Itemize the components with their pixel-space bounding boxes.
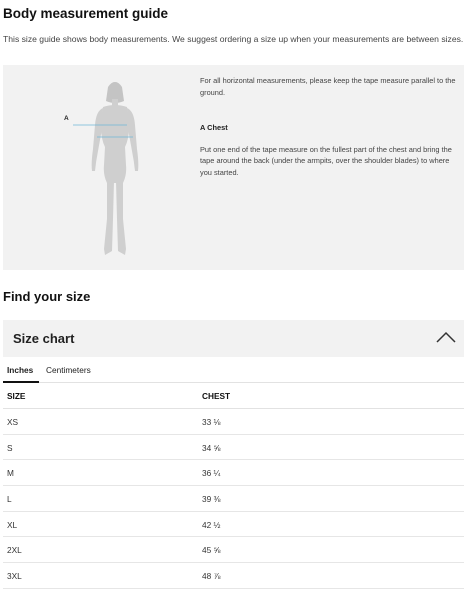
chest-marker-line <box>73 124 127 126</box>
size-cell: S <box>7 442 13 453</box>
size-cell: L <box>7 494 12 505</box>
chest-instructions: Put one end of the tape measure on the f… <box>200 144 452 177</box>
size-column-header: SIZE <box>7 391 26 401</box>
table-row: 3XL 48 ⅞ <box>3 563 464 589</box>
table-row: 2XL 45 ⅝ <box>3 537 464 564</box>
tab-inches[interactable]: Inches <box>7 365 33 375</box>
page-title: Body measurement guide <box>3 6 169 21</box>
guide-instructions: For all horizontal measurements, please … <box>200 75 458 178</box>
horizontal-measurement-note: For all horizontal measurements, please … <box>200 76 456 97</box>
chest-marker-label: A <box>64 115 69 122</box>
table-row: XL 42 ½ <box>3 512 464 538</box>
size-cell: 3XL <box>7 571 22 582</box>
chest-cell: 45 ⅝ <box>202 545 221 556</box>
size-cell: XS <box>7 417 19 427</box>
chest-cell: 34 ⅝ <box>202 442 221 453</box>
chest-cell: 42 ½ <box>202 519 221 530</box>
size-table: SIZE CHEST XS 33 ⅛ S 34 ⅝ M 36 ¼ L 39 ⅜ … <box>3 383 464 589</box>
chest-cell: 39 ⅜ <box>202 494 221 505</box>
chest-cell: 33 ⅛ <box>202 417 221 427</box>
chevron-up-icon[interactable] <box>436 330 456 344</box>
size-chart-title: Size chart <box>13 331 75 346</box>
size-cell: 2XL <box>7 545 22 556</box>
measurement-guide-panel: A For all horizontal measurements, pleas… <box>3 65 464 270</box>
table-header-row: SIZE CHEST <box>3 383 464 409</box>
size-cell: M <box>7 468 14 479</box>
chest-column-header: CHEST <box>202 391 231 401</box>
intro-text: This size guide shows body measurements.… <box>3 34 464 44</box>
body-figure-illustration <box>91 82 139 255</box>
table-row: XS 33 ⅛ <box>3 409 464 435</box>
find-your-size-title: Find your size <box>3 289 91 304</box>
chest-cell: 36 ¼ <box>202 468 221 479</box>
tab-centimeters[interactable]: Centimeters <box>46 365 91 375</box>
table-row: S 34 ⅝ <box>3 435 464 461</box>
table-row: M 36 ¼ <box>3 460 464 487</box>
unit-tabs: Inches Centimeters <box>3 360 464 383</box>
size-cell: XL <box>7 519 18 530</box>
size-chart-header[interactable]: Size chart <box>3 320 464 357</box>
table-row: L 39 ⅜ <box>3 486 464 512</box>
chest-cell: 48 ⅞ <box>202 571 221 582</box>
chest-heading: A Chest <box>200 123 228 132</box>
